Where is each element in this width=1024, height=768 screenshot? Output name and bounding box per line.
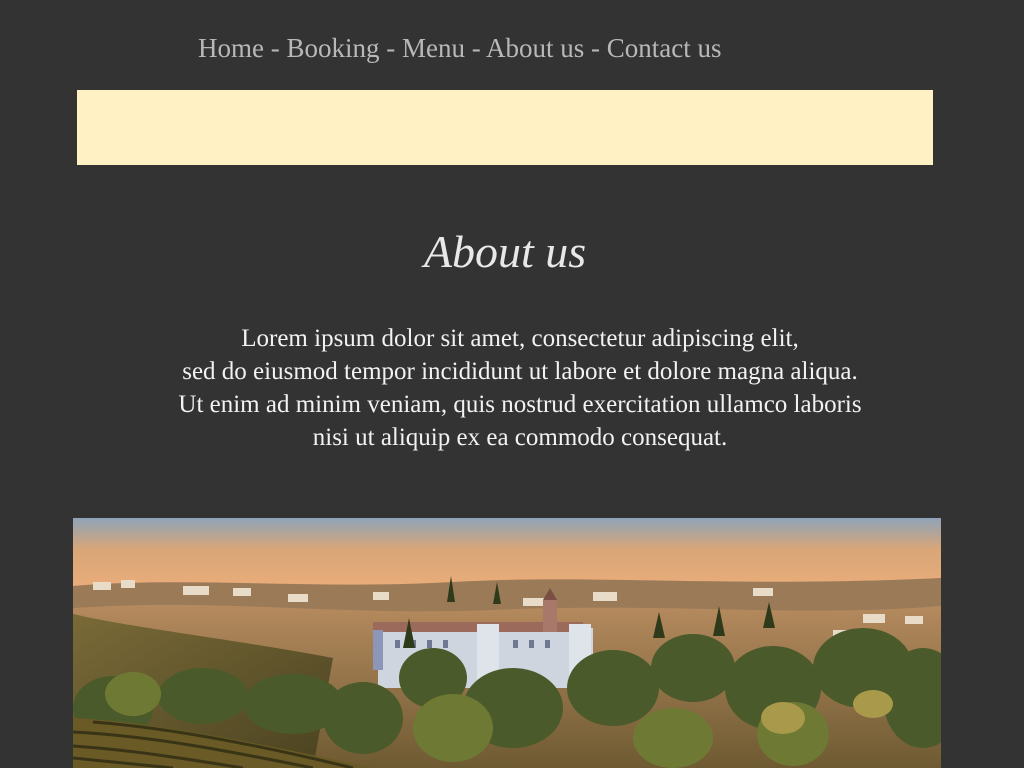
nav-menu-link[interactable]: Menu xyxy=(402,33,465,63)
nav-separator: - xyxy=(471,33,487,63)
about-paragraph: Lorem ipsum dolor sit amet, consectetur … xyxy=(0,322,1024,454)
paragraph-line: Lorem ipsum dolor sit amet, consectetur … xyxy=(241,325,799,352)
header-banner xyxy=(77,90,933,165)
nav-about-link[interactable]: About us xyxy=(486,33,584,63)
nav-contact-link[interactable]: Contact us xyxy=(607,33,722,63)
nav-separator: - xyxy=(386,33,402,63)
nav-separator: - xyxy=(591,33,607,63)
nav-separator: - xyxy=(270,33,287,63)
nav-booking-link[interactable]: Booking xyxy=(286,33,379,63)
nav-home-link[interactable]: Home xyxy=(198,33,264,63)
paragraph-line: Ut enim ad minim veniam, quis nostrud ex… xyxy=(178,391,862,418)
main-nav: Home - Booking - Menu - About us - Conta… xyxy=(198,30,722,66)
landscape-image xyxy=(73,518,941,768)
paragraph-line: nisi ut aliquip ex ea commodo consequat. xyxy=(312,424,728,451)
page-title: About us xyxy=(423,226,587,277)
landscape-photo xyxy=(73,518,941,768)
paragraph-line: sed do eiusmod tempor incididunt ut labo… xyxy=(182,358,858,385)
